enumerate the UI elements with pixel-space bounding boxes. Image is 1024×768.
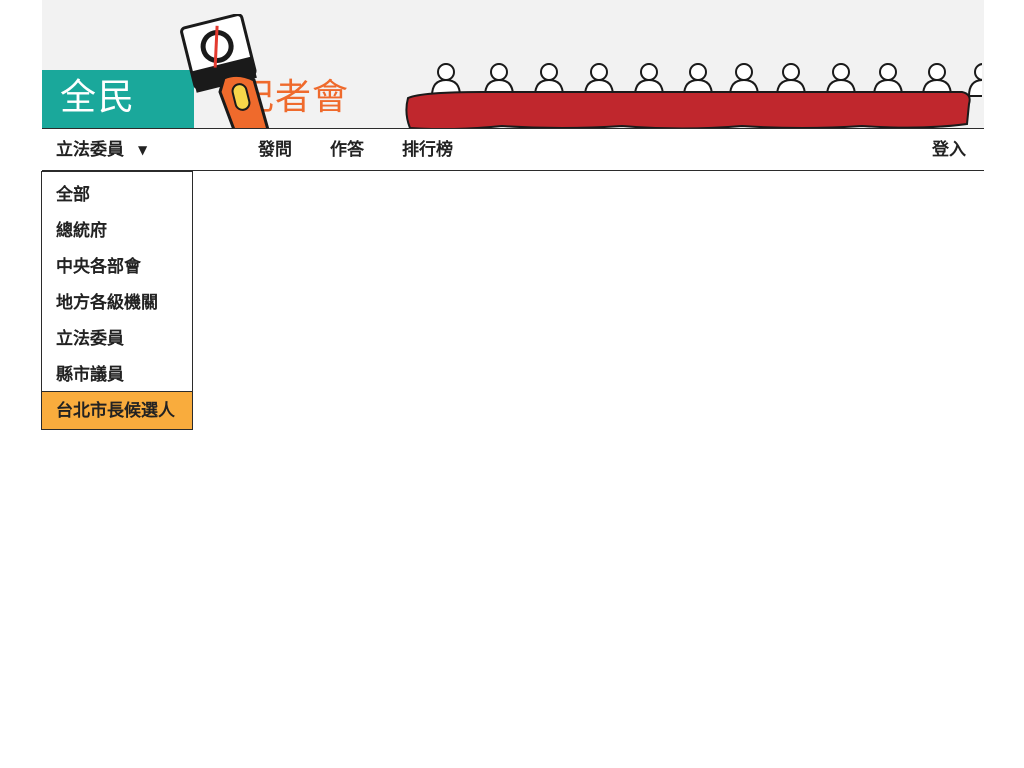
dropdown-item-local-agencies[interactable]: 地方各級機關 bbox=[42, 285, 192, 321]
brand-name-part1: 全民 bbox=[60, 77, 137, 118]
category-label: 立法委員 bbox=[56, 140, 124, 160]
audience-head bbox=[540, 63, 558, 81]
nav-answer-link[interactable]: 作答 bbox=[330, 129, 364, 171]
nav-ask-link[interactable]: 發問 bbox=[258, 129, 292, 171]
dropdown-item-taipei-mayor-candidates[interactable]: 台北市長候選人 bbox=[42, 391, 192, 429]
brand-teal-block: 全民 bbox=[42, 70, 194, 128]
caret-down-icon: ▼ bbox=[138, 143, 148, 157]
dropdown-item-city-councilors[interactable]: 縣市議員 bbox=[42, 357, 192, 393]
audience-head bbox=[735, 63, 753, 81]
audience-head bbox=[640, 63, 658, 81]
category-dropdown-menu: 全部 總統府 中央各部會 地方各級機關 立法委員 縣市議員 台北市長候選人 bbox=[41, 171, 193, 430]
audience-head bbox=[689, 63, 707, 81]
audience-head bbox=[832, 63, 850, 81]
microphone-icon bbox=[180, 14, 270, 128]
press-table bbox=[405, 91, 971, 128]
audience-head bbox=[437, 63, 455, 81]
dropdown-item-central-ministries[interactable]: 中央各部會 bbox=[42, 249, 192, 285]
dropdown-item-legislators[interactable]: 立法委員 bbox=[42, 321, 192, 357]
audience-body bbox=[967, 79, 982, 97]
nav-ranking-link[interactable]: 排行榜 bbox=[402, 129, 453, 171]
audience-head bbox=[928, 63, 946, 81]
main-nav: 立法委員 ▼ 發問 作答 排行榜 登入 bbox=[42, 128, 984, 171]
audience-head bbox=[879, 63, 897, 81]
audience-head bbox=[590, 63, 608, 81]
audience-illustration bbox=[405, 63, 982, 128]
audience-head bbox=[974, 63, 982, 81]
dropdown-item-presidential-office[interactable]: 總統府 bbox=[42, 213, 192, 249]
login-link[interactable]: 登入 bbox=[932, 129, 966, 171]
audience-head bbox=[490, 63, 508, 81]
page: 全民 記者會 立法委員 ▼ 發問 作答 排行榜 登入 全部 總統府 中央各部會 … bbox=[0, 0, 1024, 768]
site-banner[interactable]: 全民 記者會 bbox=[42, 0, 984, 128]
dropdown-item-all[interactable]: 全部 bbox=[42, 177, 192, 213]
audience-head bbox=[782, 63, 800, 81]
category-dropdown-toggle[interactable]: 立法委員 ▼ bbox=[56, 129, 147, 171]
